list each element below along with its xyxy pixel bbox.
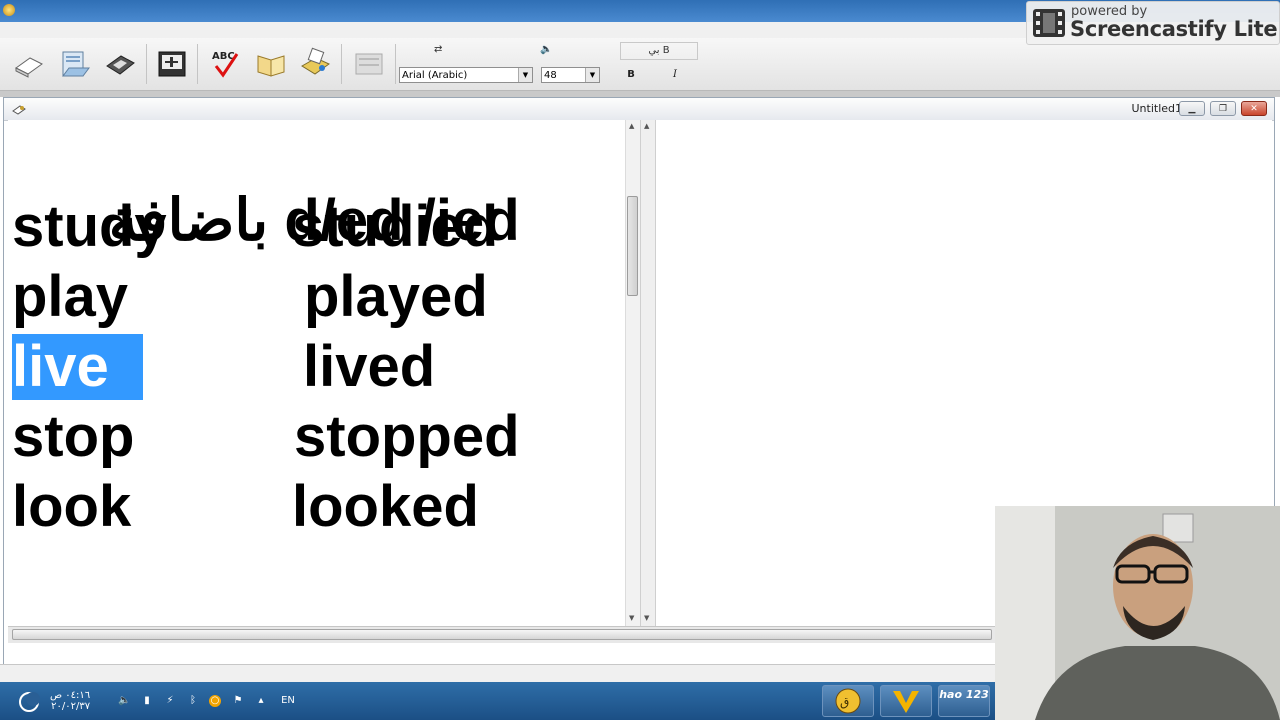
presenter-video (995, 506, 1280, 720)
vertical-scrollbar[interactable]: ▲ ▼ (625, 120, 640, 626)
print-icon[interactable] (298, 46, 332, 80)
restore-button[interactable]: ❐ (1210, 101, 1236, 116)
base-verb: study (12, 194, 167, 259)
clock-date: ٢٠/٠٢/٣٧ (51, 701, 91, 712)
past-verb: stopped (294, 404, 520, 469)
scroll-up-icon[interactable]: ▲ (629, 122, 634, 130)
dictionary-book-icon[interactable] (254, 46, 288, 80)
word-row: live lived (12, 334, 612, 400)
heading-line: باضافة d/ed /ied (12, 122, 520, 253)
base-verb: play (12, 264, 129, 329)
spellcheck-icon[interactable]: ABC (208, 46, 242, 80)
quran-app-icon[interactable]: ق (822, 685, 874, 717)
past-verb: lived (303, 334, 436, 399)
horizontal-scroll-thumb[interactable] (12, 629, 992, 640)
webcam-overlay (995, 506, 1280, 720)
scroll-down-icon[interactable]: ▼ (629, 614, 634, 622)
show-hidden-icons[interactable]: ▴ (255, 695, 267, 707)
font-name-select[interactable]: Arial (Arabic) ▼ (399, 67, 533, 83)
power-icon[interactable]: ⚡ (164, 695, 176, 707)
past-verb: looked (292, 474, 479, 539)
past-verb: played (304, 264, 488, 329)
app-tray-icon[interactable]: ○ (209, 695, 221, 707)
disabled-tool-icon (352, 46, 386, 80)
font-size-value: 48 (544, 70, 557, 81)
word-row: study studied (12, 194, 612, 260)
font-size-select[interactable]: 48 ▼ (541, 67, 600, 83)
past-verb: studied (292, 194, 499, 259)
clock-time: ٠٤:١٦ ص (50, 690, 91, 701)
font-direction-icon[interactable]: ⇄ (434, 44, 442, 55)
pane-splitter[interactable]: ▲ ▼ (640, 120, 656, 626)
scroll-down-icon[interactable]: ▼ (644, 614, 649, 622)
new-document-icon[interactable] (12, 46, 46, 80)
close-button[interactable]: ✕ (1241, 101, 1267, 116)
app-icon[interactable] (3, 4, 15, 16)
volume-icon[interactable]: 🔈 (118, 695, 130, 707)
italic-button[interactable]: I (664, 67, 686, 83)
base-verb: look (12, 474, 132, 539)
open-folder-icon[interactable] (58, 46, 92, 80)
bluetooth-icon[interactable]: ᛒ (187, 695, 199, 707)
chevron-down-icon[interactable]: ▼ (518, 68, 532, 82)
language-toggle[interactable]: بي B (620, 42, 698, 60)
base-verb: stop (12, 404, 135, 469)
save-disk-icon[interactable] (103, 46, 137, 80)
minimize-button[interactable]: ▁ (1179, 101, 1205, 116)
scroll-up-icon[interactable]: ▲ (644, 122, 649, 130)
word-row: stop stopped (12, 404, 612, 470)
hao123-app-icon[interactable]: hao 123 (938, 685, 990, 717)
word-row: play played (12, 264, 612, 330)
flag-icon[interactable]: ⚑ (232, 695, 244, 707)
crescent-start-icon[interactable] (18, 691, 40, 713)
bold-button[interactable]: B (620, 67, 642, 83)
editor-pane-left[interactable]: باضافة d/ed /ied study studied play play… (8, 120, 625, 626)
clock[interactable]: ٠٤:١٦ ص ٢٠/٠٢/٣٧ (50, 690, 90, 712)
network-icon[interactable]: ▮ (141, 695, 153, 707)
document-titlebar: Untitled1 ▁ ❐ ✕ (4, 98, 1274, 121)
scroll-thumb[interactable] (627, 196, 638, 296)
document-title: Untitled1 (1131, 102, 1182, 115)
svg-text:ق: ق (840, 695, 849, 709)
screencastify-brand: Screencastify Lite (1070, 17, 1278, 41)
word-row: look looked (12, 474, 612, 540)
vectorize-app-icon[interactable] (880, 685, 932, 717)
sound-icon[interactable]: 🔈 (540, 44, 552, 55)
selected-word[interactable]: live (12, 334, 143, 400)
template-icon[interactable] (155, 46, 189, 80)
screencastify-badge: powered by Screencastify Lite (1026, 1, 1280, 45)
chevron-down-icon[interactable]: ▼ (585, 68, 599, 82)
toolbar: ABC ⇄ 🔈 بي B Arial (Arabic) ▼ 48 ▼ B I (0, 38, 1280, 91)
language-indicator[interactable]: EN (278, 695, 298, 707)
film-icon (1033, 9, 1065, 37)
document-icon (12, 105, 26, 115)
font-name-value: Arial (Arabic) (402, 70, 468, 81)
